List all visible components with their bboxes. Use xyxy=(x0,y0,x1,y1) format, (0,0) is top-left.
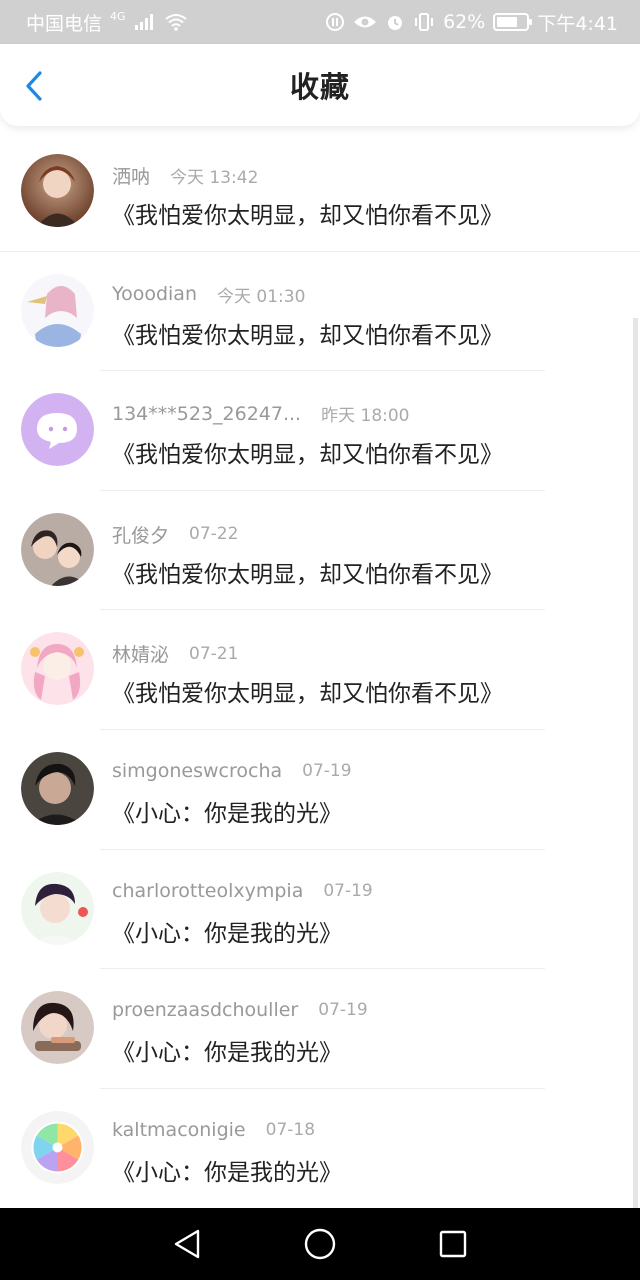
wifi-icon xyxy=(164,13,188,31)
avatar[interactable] xyxy=(21,154,94,227)
user-name[interactable]: Yooodian xyxy=(112,283,197,305)
list-item[interactable]: 林婧泌 07-21 《我怕爱你太明显，却又怕你看不见》 xyxy=(0,610,640,730)
timestamp: 今天 13:42 xyxy=(170,168,259,188)
list-item[interactable]: 洒呐 今天 13:42 《我怕爱你太明显，却又怕你看不见》 xyxy=(0,132,640,252)
signal-icon xyxy=(134,13,156,31)
item-content[interactable]: 《小心：你是我的光》 xyxy=(112,1153,342,1187)
avatar[interactable] xyxy=(21,393,94,467)
timestamp: 今天 01:30 xyxy=(216,286,306,307)
timestamp: 07-18 xyxy=(265,1119,316,1140)
circle-home-icon xyxy=(304,1228,336,1260)
avatar[interactable] xyxy=(21,751,94,825)
item-meta: 134***523_26247... 昨天 18:00 xyxy=(112,401,410,427)
timestamp: 昨天 18:00 xyxy=(321,406,410,427)
item-content[interactable]: 《我怕爱你太明显，却又怕你看不见》 xyxy=(112,316,503,350)
back-button[interactable] xyxy=(18,70,50,102)
list-item[interactable]: simgoneswcrocha 07-19 《小心：你是我的光》 xyxy=(0,730,640,850)
data-saver-icon xyxy=(325,12,345,32)
item-content[interactable]: 《小心：你是我的光》 xyxy=(112,1033,342,1067)
list-item[interactable]: 孔俊夕 07-22 《我怕爱你太明显，却又怕你看不见》 xyxy=(0,491,640,611)
app-header: 收藏 xyxy=(0,44,640,126)
page-title: 收藏 xyxy=(289,70,350,104)
item-meta: 洒呐 今天 13:42 xyxy=(112,162,258,189)
user-name[interactable]: 134***523_26247... xyxy=(112,403,301,425)
user-name[interactable]: simgoneswcrocha xyxy=(112,760,282,782)
item-meta: 林婧泌 07-21 xyxy=(112,640,238,667)
item-content[interactable]: 《我怕爱你太明显，却又怕你看不见》 xyxy=(112,435,503,469)
item-meta: simgoneswcrocha 07-19 xyxy=(112,760,352,782)
avatar[interactable] xyxy=(21,632,94,706)
item-content[interactable]: 《小心：你是我的光》 xyxy=(112,794,342,828)
triangle-back-icon xyxy=(174,1229,199,1259)
network-label: 4G xyxy=(110,9,126,23)
status-bar: 中国电信 4G 62% 下午4:41 xyxy=(0,0,640,44)
status-right: 62% 下午4:41 xyxy=(325,9,618,36)
timestamp: 07-19 xyxy=(323,880,373,901)
item-meta: 孔俊夕 07-22 xyxy=(112,521,238,548)
item-content[interactable]: 《我怕爱你太明显，却又怕你看不见》 xyxy=(112,555,503,589)
timestamp: 07-19 xyxy=(302,760,352,781)
square-recents-icon xyxy=(440,1230,467,1258)
nav-back-button[interactable] xyxy=(167,1224,207,1264)
item-content[interactable]: 《我怕爱你太明显，却又怕你看不见》 xyxy=(112,196,503,230)
user-name[interactable]: 洒呐 xyxy=(112,162,150,189)
timestamp: 07-19 xyxy=(318,1000,368,1021)
status-left: 中国电信 4G xyxy=(26,9,188,36)
list-item[interactable]: 134***523_26247... 昨天 18:00 《我怕爱你太明显，却又怕… xyxy=(0,371,640,491)
list-item[interactable]: Yooodian 今天 01:30 《我怕爱你太明显，却又怕你看不见》 xyxy=(0,252,640,372)
avatar[interactable] xyxy=(21,871,94,945)
item-meta: charlorotteolxympia 07-19 xyxy=(112,880,373,902)
carrier-label: 中国电信 xyxy=(26,12,103,35)
list-item[interactable]: proenzaasdchouller 07-19 《小心：你是我的光》 xyxy=(0,969,640,1089)
user-name[interactable]: charlorotteolxympia xyxy=(112,880,303,902)
avatar[interactable] xyxy=(21,512,94,586)
item-meta: Yooodian 今天 01:30 xyxy=(112,282,305,307)
nav-home-button[interactable] xyxy=(300,1224,340,1264)
list-item[interactable]: kaltmaconigie 07-18 《小心：你是我的光》 xyxy=(0,1089,640,1209)
avatar[interactable] xyxy=(21,991,94,1065)
item-content[interactable]: 《我怕爱你太明显，却又怕你看不见》 xyxy=(112,674,503,708)
alarm-icon xyxy=(385,12,405,32)
vibrate-icon xyxy=(413,12,435,32)
item-content[interactable]: 《小心：你是我的光》 xyxy=(112,914,342,948)
list-item[interactable]: charlorotteolxympia 07-19 《小心：你是我的光》 xyxy=(0,850,640,970)
item-meta: kaltmaconigie 07-18 xyxy=(112,1119,315,1141)
system-nav-bar xyxy=(0,1208,640,1280)
user-name[interactable]: 林婧泌 xyxy=(112,640,169,667)
eye-icon xyxy=(353,13,377,31)
item-meta: proenzaasdchouller 07-19 xyxy=(112,999,368,1021)
user-name[interactable]: kaltmaconigie xyxy=(112,1119,246,1141)
clock: 下午4:41 xyxy=(537,12,618,35)
avatar[interactable] xyxy=(21,1110,94,1184)
nav-recents-button[interactable] xyxy=(433,1224,473,1264)
user-name[interactable]: 孔俊夕 xyxy=(112,521,169,548)
scrollbar[interactable] xyxy=(633,318,638,1208)
user-name[interactable]: proenzaasdchouller xyxy=(112,999,298,1021)
avatar[interactable] xyxy=(21,273,94,347)
favorites-list: 洒呐 今天 13:42 《我怕爱你太明显，却又怕你看不见》 Yooodian 今… xyxy=(0,132,640,1208)
battery-icon xyxy=(493,13,533,31)
chevron-left-icon xyxy=(26,71,42,101)
battery-percent: 62% xyxy=(443,11,486,33)
timestamp: 07-21 xyxy=(189,643,239,664)
timestamp: 07-22 xyxy=(189,524,239,545)
